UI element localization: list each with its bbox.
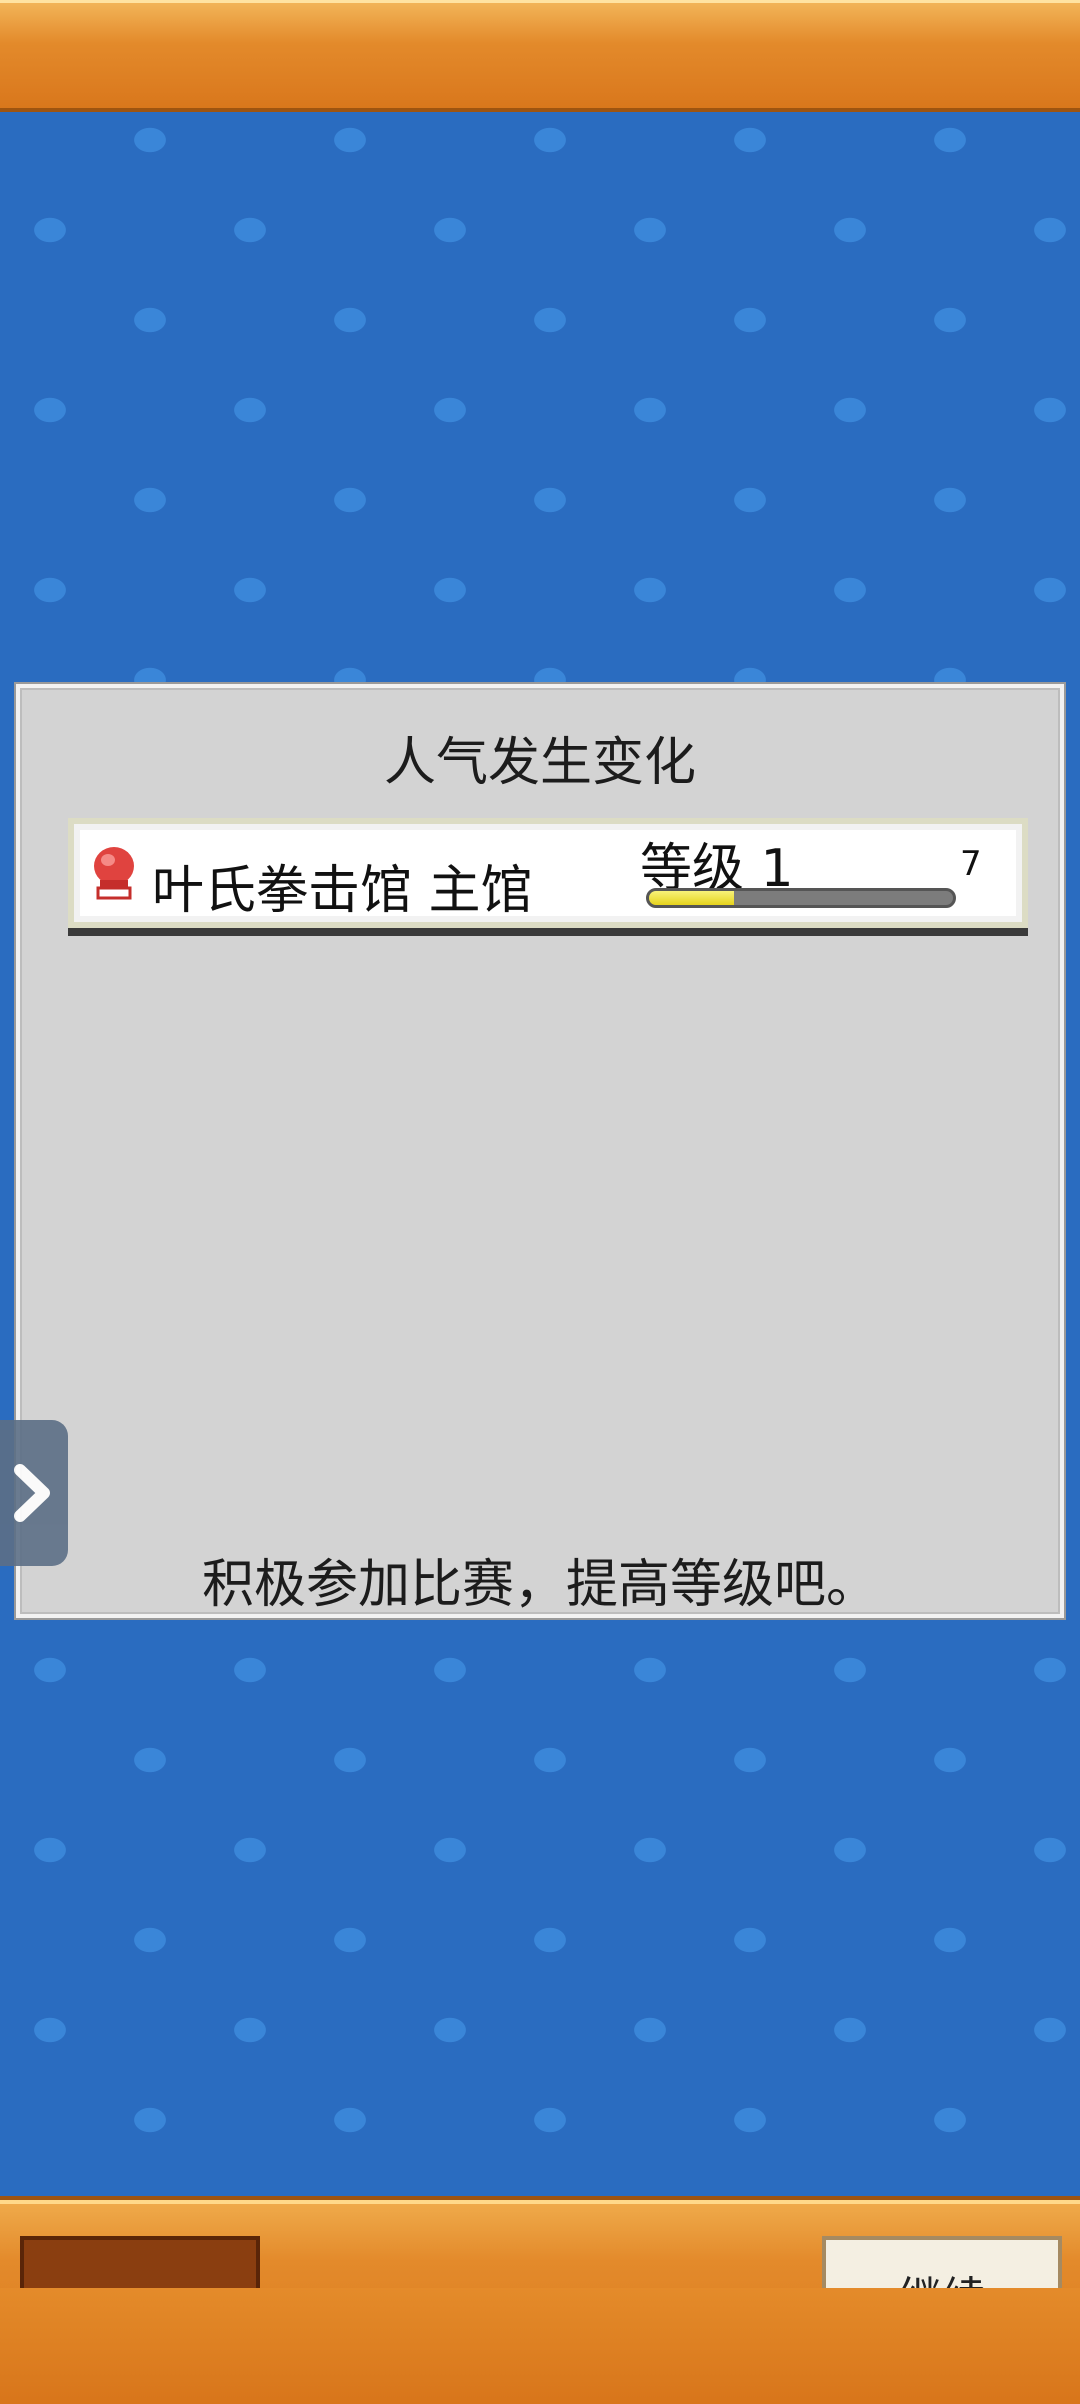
- bottom-bar-lower: [0, 2288, 1080, 2400]
- gym-name: 叶氏拳击馆 主馆: [152, 861, 533, 921]
- level-progress-fill: [649, 891, 735, 905]
- boxing-glove-icon: [94, 847, 134, 900]
- dialog-title: 人气发生变化: [383, 733, 696, 793]
- bottom-left-button[interactable]: [20, 2236, 260, 2292]
- top-bar: [0, 0, 1080, 112]
- chevron-right-icon: [14, 1464, 50, 1522]
- side-drawer-tab[interactable]: [0, 1420, 68, 1566]
- level-progress-bar: [646, 888, 956, 908]
- dialog-hint: 积极参加比赛，提高等级吧。: [201, 1555, 878, 1615]
- continue-button[interactable]: 继续: [822, 2236, 1062, 2292]
- gym-level-points: 7: [960, 844, 982, 884]
